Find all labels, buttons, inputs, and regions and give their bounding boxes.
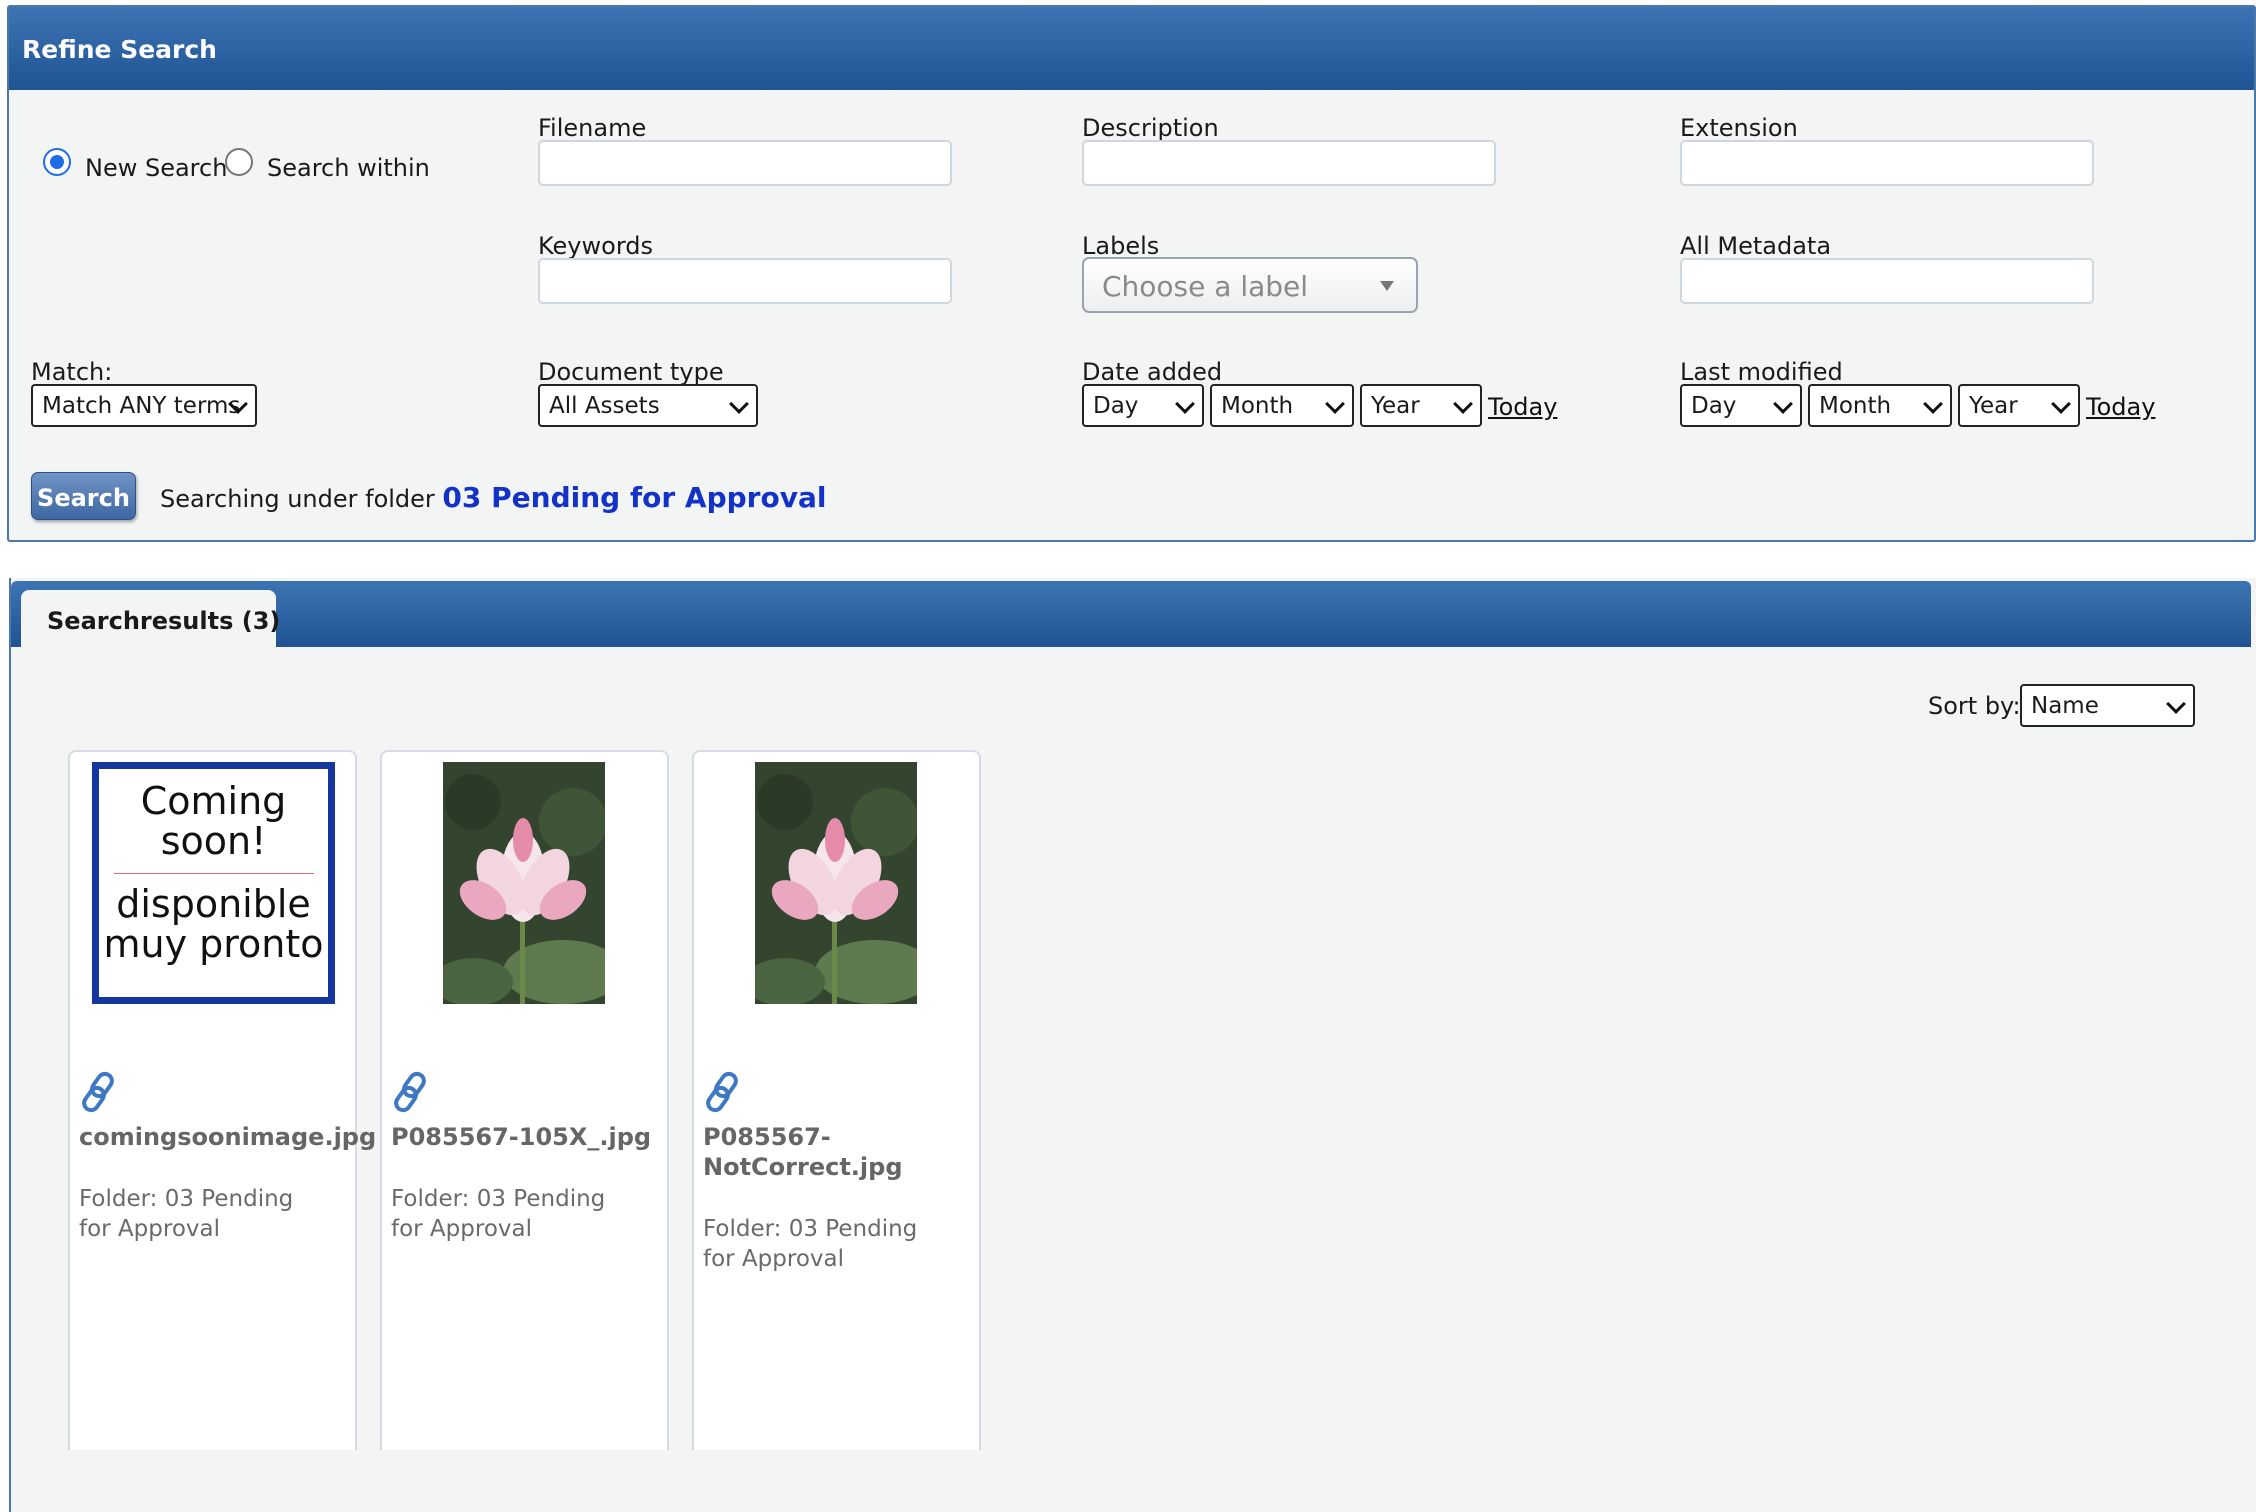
last-modified-year-select[interactable]: Year [1958,384,2080,427]
chevron-down-icon [1773,394,1793,414]
file-name[interactable]: P085567-105X_.jpg [391,1122,661,1152]
file-name[interactable]: P085567-NotCorrect.jpg [703,1122,903,1182]
search-results-panel: Searchresults (3) Sort by: Name Coming s… [9,578,2256,1512]
new-search-radio[interactable] [43,148,71,176]
date-added-year-value: Year [1371,393,1420,419]
search-context: Searching under folder 03 Pending for Ap… [160,481,826,514]
labels-select[interactable]: Choose a label [1082,257,1418,313]
filename-label: Filename [538,114,647,142]
sort-by-label: Sort by: [1928,692,2021,720]
search-within-label[interactable]: Search within [267,154,430,182]
date-added-year-select[interactable]: Year [1360,384,1482,427]
date-added-month-select[interactable]: Month [1210,384,1354,427]
link-icon[interactable] [702,1070,746,1114]
last-modified-label: Last modified [1680,358,1843,386]
sort-by-select[interactable]: Name [2020,684,2195,727]
results-tab-bar [11,581,2251,647]
dropdown-triangle-icon [1380,281,1394,291]
chevron-down-icon [729,394,749,414]
date-added-today-link[interactable]: Today [1488,393,1557,421]
new-search-label[interactable]: New Search [85,154,227,182]
last-modified-day-value: Day [1691,393,1737,419]
refine-search-title: Refine Search [9,7,2254,90]
keywords-label: Keywords [538,232,654,260]
labels-placeholder: Choose a label [1102,270,1309,303]
lotus-flower-image [443,762,605,1004]
last-modified-month-select[interactable]: Month [1808,384,1952,427]
lotus-photo-thumbnail[interactable] [443,762,605,1004]
date-added-label: Date added [1082,358,1223,386]
folder-text: Folder: 03 Pending for Approval [391,1186,606,1242]
document-type-value: All Assets [549,393,660,419]
description-input[interactable] [1082,140,1496,186]
chevron-down-icon [1923,394,1943,414]
filename-input[interactable] [538,140,952,186]
result-card[interactable]: P085567-NotCorrect.jpg Folder: 03 Pendin… [692,750,981,1450]
document-type-select[interactable]: All Assets [538,384,758,427]
all-metadata-input[interactable] [1680,258,2094,304]
match-select-value: Match ANY terms [42,393,241,419]
match-label: Match: [31,358,113,386]
search-within-radio[interactable] [225,148,253,176]
link-icon[interactable] [390,1070,434,1114]
last-modified-today-link[interactable]: Today [2086,393,2155,421]
coming-soon-thumbnail[interactable]: Coming soon! disponible muy pronto [92,762,335,1004]
disponible-text: disponible muy pronto [103,882,324,966]
lotus-photo-thumbnail[interactable] [755,762,917,1004]
chevron-down-icon [1325,394,1345,414]
coming-soon-text: Coming soon! [140,779,287,863]
chevron-down-icon [2166,694,2186,714]
chevron-down-icon [2051,394,2071,414]
result-card[interactable]: Coming soon! disponible muy pronto comin… [68,750,376,1450]
tab-searchresults[interactable]: Searchresults (3) [21,590,280,648]
link-icon[interactable] [78,1070,122,1114]
result-card[interactable]: P085567-105X_.jpg Folder: 03 Pending for… [380,750,669,1450]
search-button[interactable]: Search [31,472,136,520]
last-modified-month-value: Month [1819,393,1892,419]
last-modified-day-select[interactable]: Day [1680,384,1802,427]
date-added-day-select[interactable]: Day [1082,384,1204,427]
extension-input[interactable] [1680,140,2094,186]
all-metadata-label: All Metadata [1680,232,1832,260]
chevron-down-icon [1453,394,1473,414]
chevron-down-icon [1175,394,1195,414]
date-added-day-value: Day [1093,393,1139,419]
sort-by-value: Name [2031,693,2099,719]
keywords-input[interactable] [538,258,952,304]
date-added-month-value: Month [1221,393,1294,419]
labels-label: Labels [1082,232,1160,260]
refine-search-panel: Refine Search New Search Search within F… [7,5,2256,542]
last-modified-year-value: Year [1969,393,2018,419]
extension-label: Extension [1680,114,1798,142]
file-name[interactable]: comingsoonimage.jpg [79,1122,376,1152]
searching-under-text: Searching under folder [160,485,435,513]
match-select[interactable]: Match ANY terms [31,384,257,427]
description-label: Description [1082,114,1219,142]
current-folder-link[interactable]: 03 Pending for Approval [442,481,826,514]
document-type-label: Document type [538,358,724,386]
divider [113,873,314,874]
lotus-flower-image [755,762,917,1004]
folder-text: Folder: 03 Pending for Approval [79,1186,294,1242]
folder-text: Folder: 03 Pending for Approval [703,1216,918,1272]
